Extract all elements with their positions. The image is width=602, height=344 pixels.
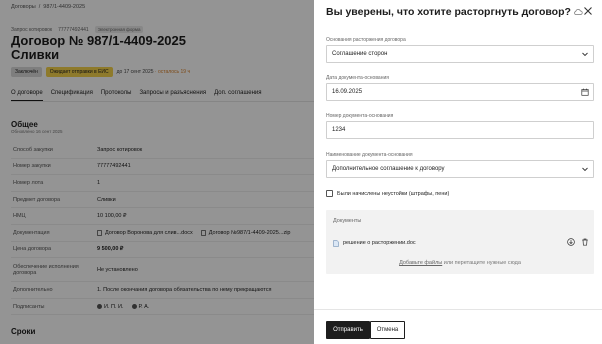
- drawer-title-text: Вы уверены, что хотите расторгнуть догов…: [326, 6, 571, 18]
- chevron-down-icon: [582, 52, 588, 57]
- documents-dropzone[interactable]: Документы решение о расторжении.doc Доба…: [326, 210, 594, 274]
- drawer-title: Вы уверены, что хотите расторгнуть догов…: [326, 5, 583, 19]
- terminate-contract-drawer: Вы уверены, что хотите расторгнуть догов…: [314, 0, 602, 344]
- cancel-button[interactable]: Отмена: [370, 321, 405, 339]
- date-label: Дата документа-основания: [326, 75, 389, 81]
- file-icon: [333, 239, 339, 247]
- close-icon[interactable]: [583, 6, 593, 16]
- reason-select[interactable]: Соглашение сторон: [326, 45, 594, 63]
- download-icon[interactable]: [567, 238, 575, 246]
- submit-button[interactable]: Отправить: [326, 321, 370, 339]
- trash-icon[interactable]: [581, 238, 589, 246]
- attached-file: решение о расторжении.doc: [333, 238, 589, 248]
- upload-hint: Добавьте файлы или перетащите нужные сюд…: [326, 260, 594, 266]
- date-value: 16.09.2025: [332, 89, 363, 95]
- docname-value: Дополнительное соглашение к договору: [332, 166, 445, 172]
- add-files-link[interactable]: Добавьте файлы: [399, 260, 442, 266]
- docname-label: Наименование документа-основания: [326, 152, 413, 158]
- docname-select[interactable]: Дополнительное соглашение к договору: [326, 160, 594, 178]
- penalty-label: Были начислены неустойки (штрафы, пени): [337, 190, 450, 197]
- number-label: Номер документа-основания: [326, 113, 394, 119]
- file-actions: [567, 238, 589, 246]
- reason-label: Основания расторжения договора: [326, 37, 406, 43]
- cloud-sync-icon: [574, 9, 583, 15]
- penalty-checkbox[interactable]: [326, 190, 333, 197]
- reason-value: Соглашение сторон: [332, 51, 388, 57]
- upload-hint-text: или перетащите нужные сюда: [442, 260, 521, 266]
- penalty-checkbox-row[interactable]: Были начислены неустойки (штрафы, пени): [326, 190, 449, 197]
- number-input[interactable]: 1234: [326, 121, 594, 139]
- footer-divider: [314, 309, 602, 310]
- number-value: 1234: [332, 127, 346, 133]
- calendar-icon[interactable]: [581, 88, 589, 96]
- chevron-down-icon: [582, 167, 588, 172]
- documents-title: Документы: [333, 218, 362, 224]
- date-input[interactable]: 16.09.2025: [326, 83, 594, 101]
- attached-file-name[interactable]: решение о расторжении.doc: [343, 240, 416, 246]
- modal-overlay[interactable]: [0, 0, 314, 344]
